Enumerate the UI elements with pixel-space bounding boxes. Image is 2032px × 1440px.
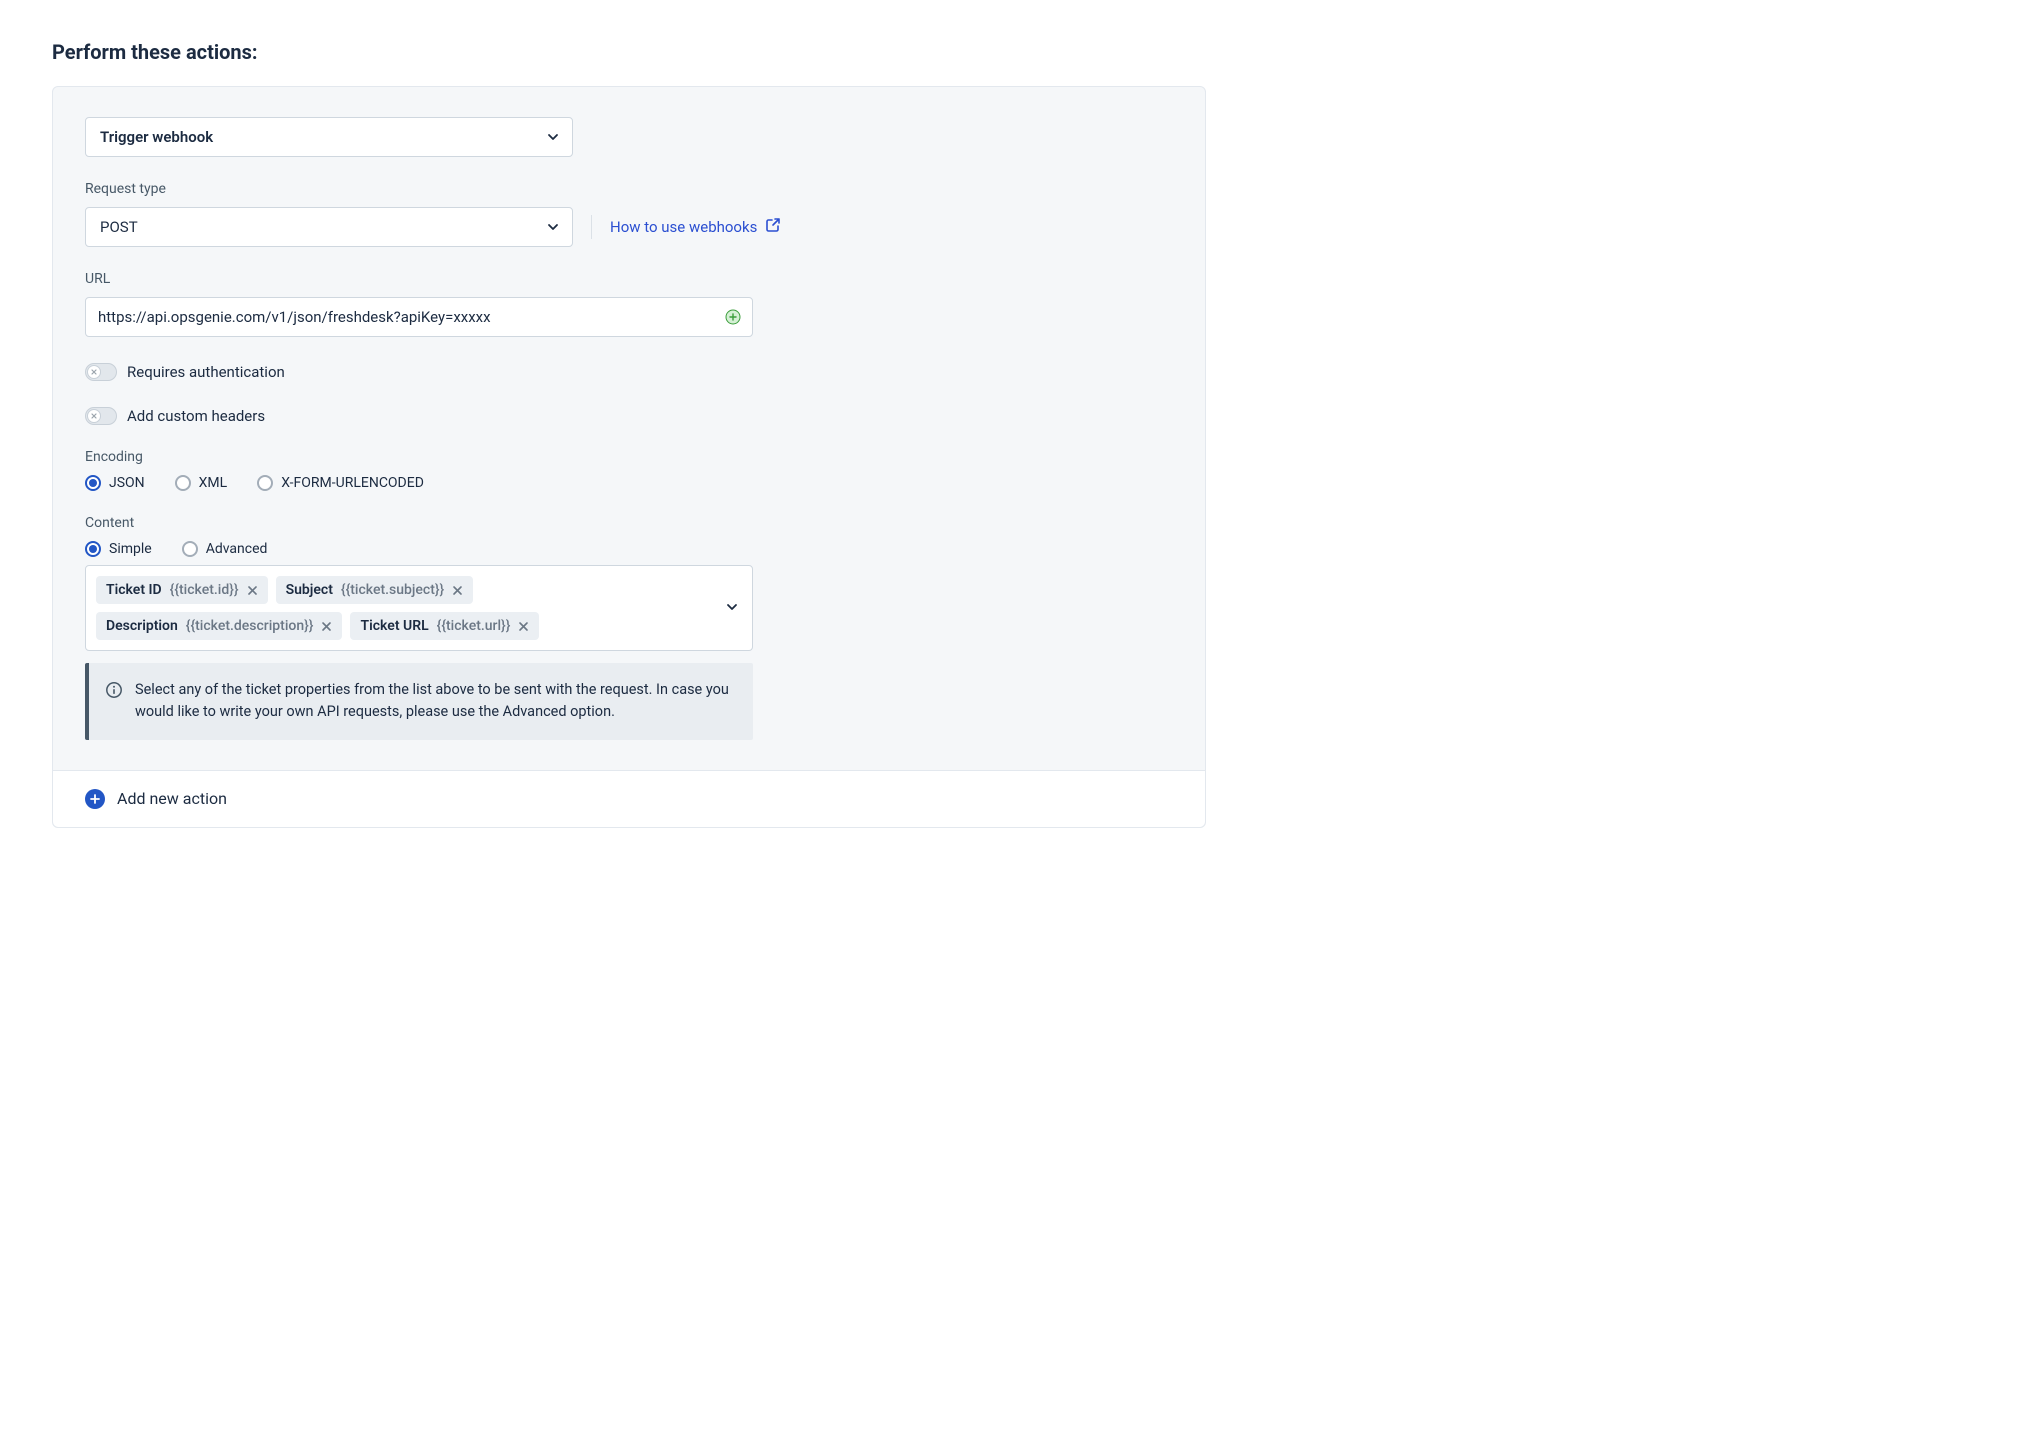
- content-advanced-text: Advanced: [206, 541, 268, 557]
- radio-icon: [257, 475, 273, 491]
- chip-var: {{ticket.id}}: [170, 582, 239, 598]
- url-label: URL: [85, 271, 1173, 287]
- help-link-text: How to use webhooks: [610, 218, 757, 236]
- chip-var: {{ticket.description}}: [186, 618, 314, 634]
- chip-remove-icon[interactable]: [518, 621, 529, 632]
- request-type-value: POST: [100, 218, 138, 236]
- chip-name: Ticket ID: [106, 582, 162, 598]
- radio-checked-icon: [85, 475, 101, 491]
- info-banner: Select any of the ticket properties from…: [85, 663, 753, 740]
- content-chips-select[interactable]: Ticket ID {{ticket.id}} Subject {{ticket…: [85, 565, 753, 651]
- chip: Ticket URL {{ticket.url}}: [350, 612, 539, 640]
- chip: Ticket ID {{ticket.id}}: [96, 576, 268, 604]
- encoding-json-radio[interactable]: JSON: [85, 475, 145, 491]
- encoding-label: Encoding: [85, 449, 1173, 465]
- add-new-action-button[interactable]: Add new action: [53, 770, 1205, 827]
- action-type-value: Trigger webhook: [100, 128, 213, 146]
- chip: Subject {{ticket.subject}}: [276, 576, 474, 604]
- radio-checked-icon: [85, 541, 101, 557]
- content-simple-radio[interactable]: Simple: [85, 541, 152, 557]
- radio-icon: [175, 475, 191, 491]
- chip-name: Description: [106, 618, 178, 634]
- page-title: Perform these actions:: [52, 40, 1980, 64]
- actions-panel: Trigger webhook Request type POST How to…: [52, 86, 1206, 828]
- encoding-xform-text: X-FORM-URLENCODED: [281, 475, 424, 491]
- custom-headers-label: Add custom headers: [127, 407, 265, 425]
- chip: Description {{ticket.description}}: [96, 612, 342, 640]
- plus-icon: [85, 789, 105, 809]
- encoding-xml-text: XML: [199, 475, 228, 491]
- request-type-label: Request type: [85, 181, 1173, 197]
- custom-headers-toggle[interactable]: [85, 407, 117, 425]
- encoding-json-text: JSON: [109, 475, 145, 491]
- insert-placeholder-icon[interactable]: [725, 309, 741, 325]
- chip-var: {{ticket.subject}}: [341, 582, 444, 598]
- add-new-action-text: Add new action: [117, 789, 227, 808]
- chip-name: Subject: [286, 582, 333, 598]
- external-link-icon: [765, 217, 781, 237]
- encoding-xml-radio[interactable]: XML: [175, 475, 228, 491]
- info-icon: [105, 681, 123, 724]
- chevron-down-icon: [726, 599, 738, 617]
- action-type-select[interactable]: Trigger webhook: [85, 117, 573, 157]
- chip-name: Ticket URL: [360, 618, 428, 634]
- content-label: Content: [85, 515, 1173, 531]
- chip-var: {{ticket.url}}: [437, 618, 511, 634]
- content-advanced-radio[interactable]: Advanced: [182, 541, 268, 557]
- chip-remove-icon[interactable]: [321, 621, 332, 632]
- chip-remove-icon[interactable]: [452, 585, 463, 596]
- info-text: Select any of the ticket properties from…: [135, 679, 733, 724]
- requires-auth-toggle[interactable]: [85, 363, 117, 381]
- help-link[interactable]: How to use webhooks: [610, 217, 781, 237]
- url-input[interactable]: [85, 297, 753, 337]
- radio-icon: [182, 541, 198, 557]
- divider: [591, 215, 592, 239]
- requires-auth-label: Requires authentication: [127, 363, 285, 381]
- request-type-select[interactable]: POST: [85, 207, 573, 247]
- encoding-xform-radio[interactable]: X-FORM-URLENCODED: [257, 475, 424, 491]
- content-simple-text: Simple: [109, 541, 152, 557]
- chip-remove-icon[interactable]: [247, 585, 258, 596]
